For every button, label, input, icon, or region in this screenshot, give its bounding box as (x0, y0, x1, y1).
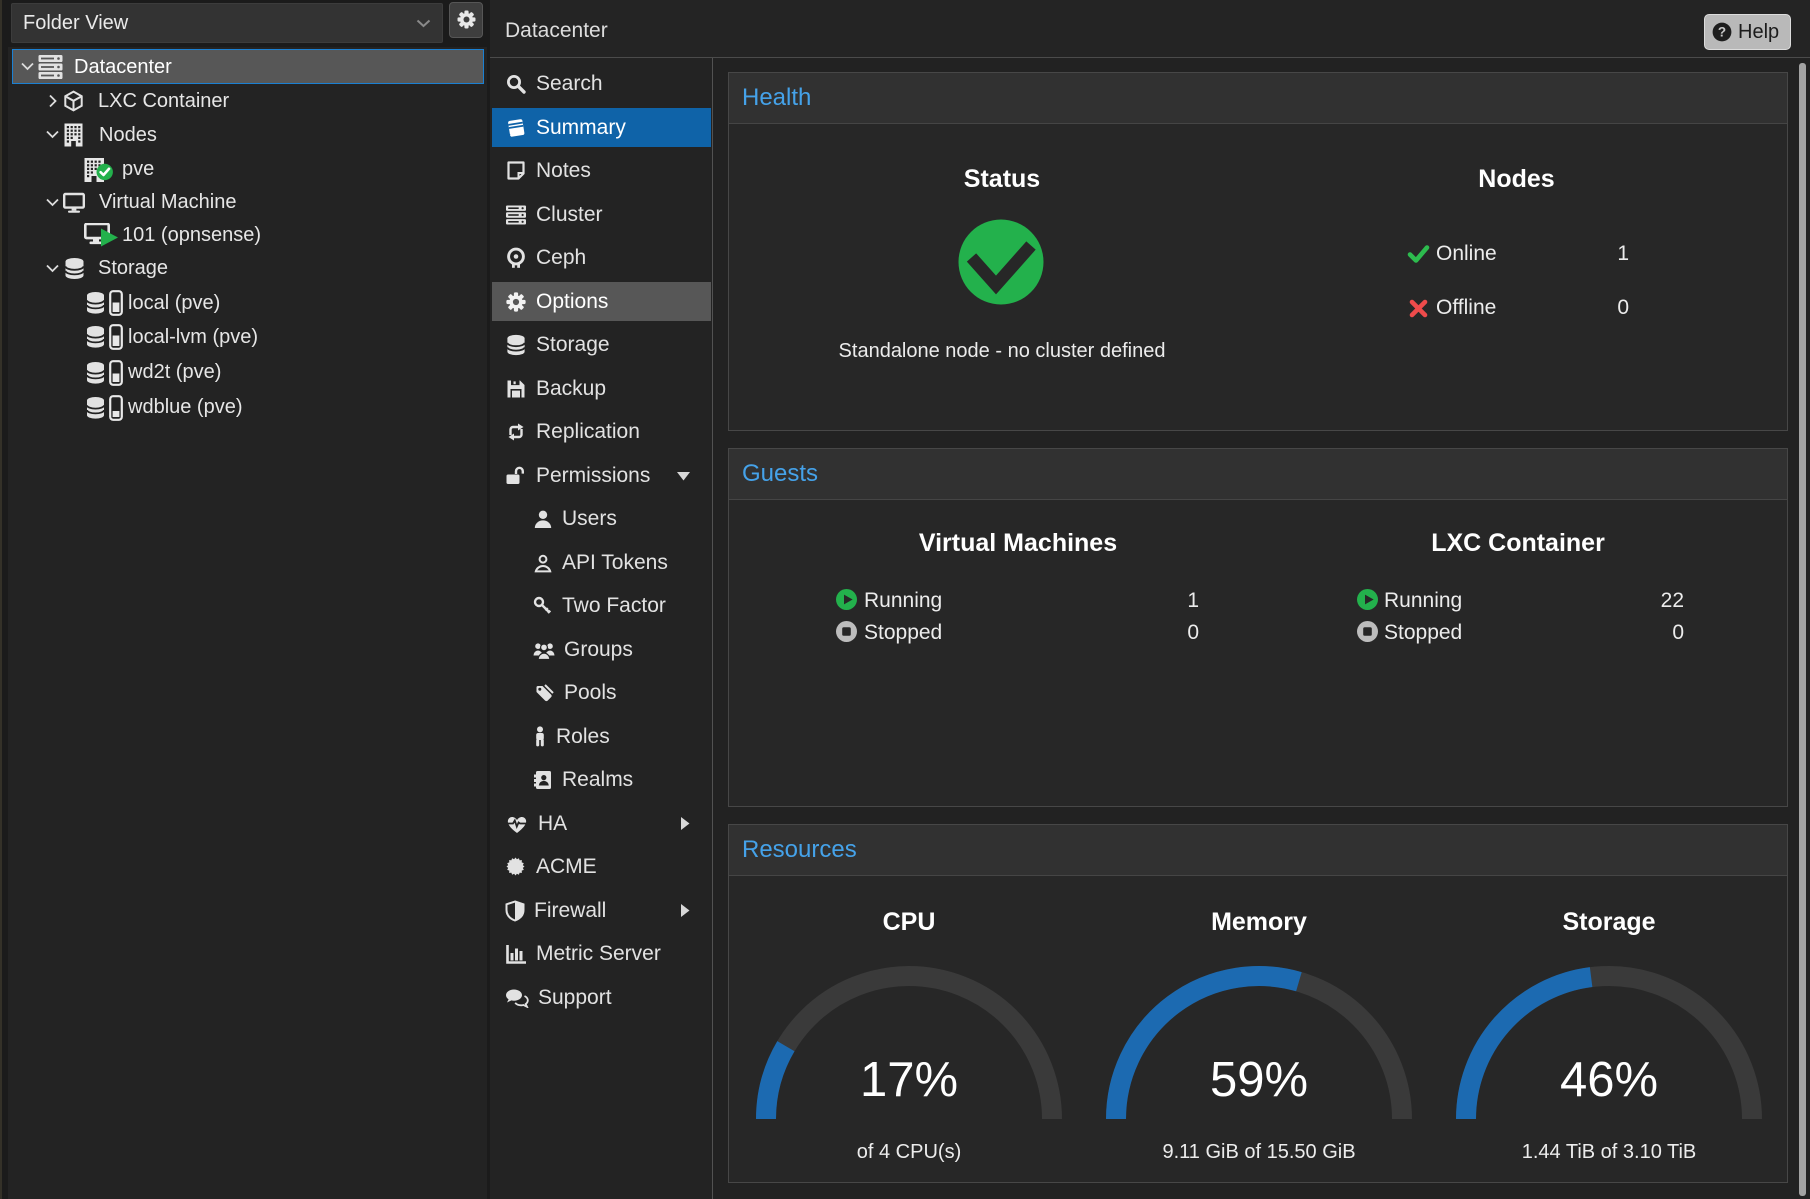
svg-text:?: ? (1718, 25, 1726, 40)
